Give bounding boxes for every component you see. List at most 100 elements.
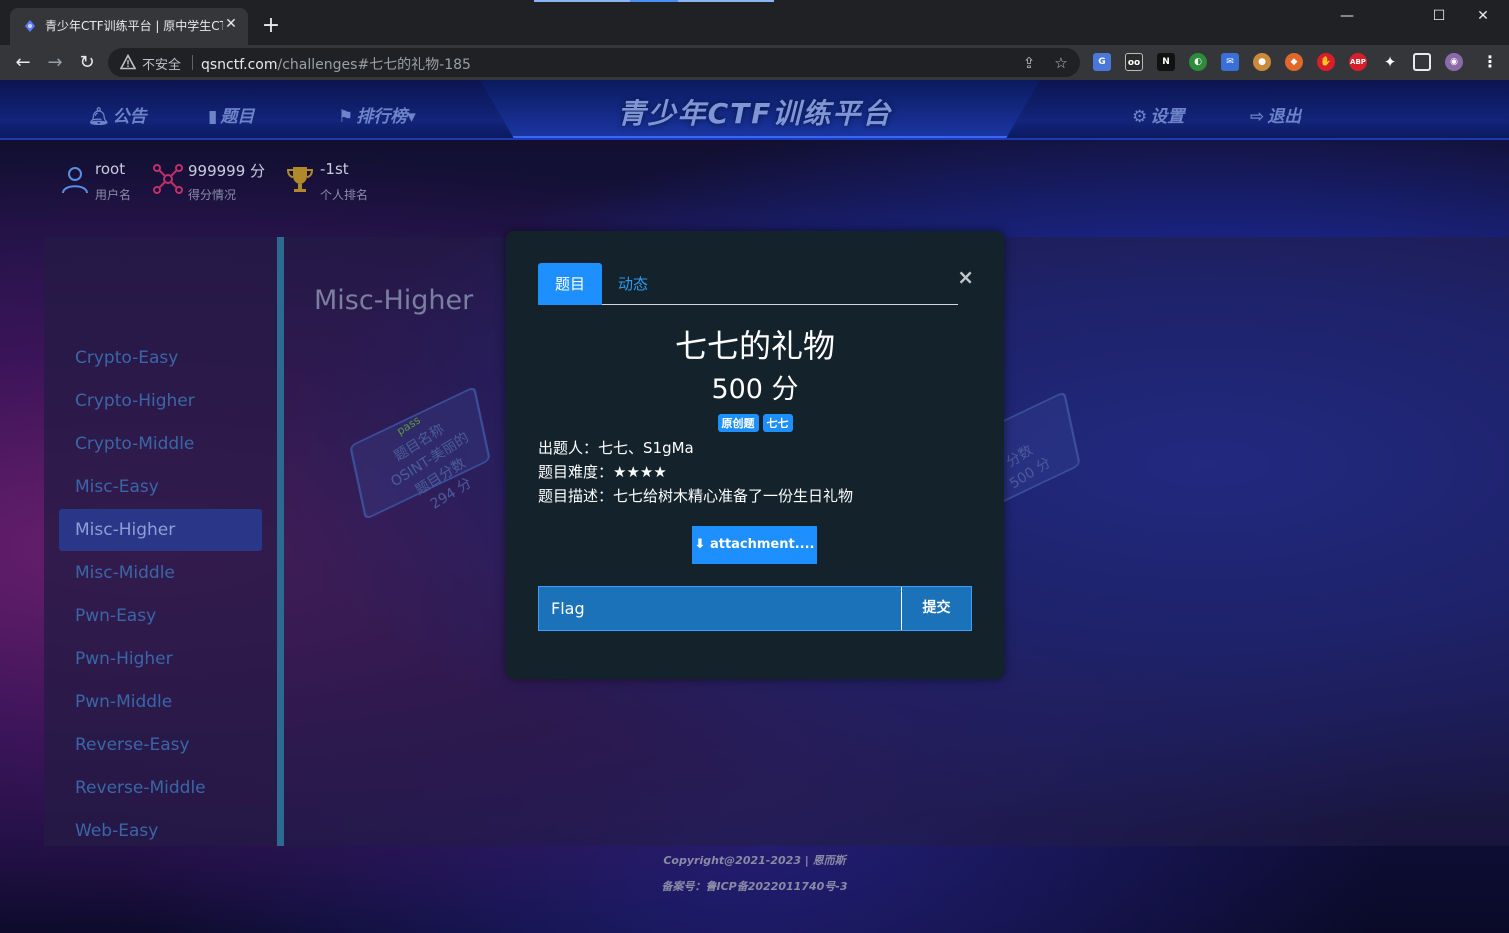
nav-settings[interactable]: ⚙ 设置 <box>1132 102 1184 127</box>
sidebar-item-crypto-middle[interactable]: Crypto-Middle <box>59 423 262 465</box>
username-label: 用户名 <box>95 188 132 202</box>
sidebar-item-web-easy[interactable]: Web-Easy <box>59 810 262 846</box>
tab-strip-indicator <box>630 0 678 2</box>
download-icon: ⬇ <box>694 537 706 552</box>
tab-title: 青少年CTF训练平台 | 原中学生CTF平台 <box>45 19 223 33</box>
omnibox-divider <box>192 55 193 70</box>
nav-challenges[interactable]: ▮ 题目 <box>208 102 254 127</box>
fox-extension-icon[interactable]: ◆ <box>1285 53 1303 71</box>
tab-close-icon[interactable]: ✕ <box>222 15 240 33</box>
sidebar-item-pwn-easy[interactable]: Pwn-Easy <box>59 595 262 637</box>
sidebar-item-misc-middle[interactable]: Misc-Middle <box>59 552 262 594</box>
category-title: Misc-Higher <box>314 285 474 316</box>
tab-strip-indicator <box>534 0 630 2</box>
sidebar-item-pwn-middle[interactable]: Pwn-Middle <box>59 681 262 723</box>
footer-copyright: Copyright@2021-2023 | 恩而斯 <box>663 854 846 867</box>
forward-arrow-icon[interactable]: → <box>41 49 69 77</box>
nav-logout-label: 退出 <box>1267 107 1302 127</box>
browser-tab-bar: 青少年CTF训练平台 | 原中学生CTF平台 ✕ + — ☐ ✕ <box>0 0 1509 45</box>
hand-extension-icon[interactable]: ✋ <box>1317 53 1335 71</box>
chevron-down-icon: ▾ <box>407 107 416 127</box>
challenge-description: 题目描述：七七给树木精心准备了一份生日礼物 <box>538 487 854 505</box>
challenge-modal: 题目 动态 × 七七的礼物 500 分 原创题 七七 出题人：七七、S1gMa … <box>506 231 1004 679</box>
browser-menu-icon[interactable]: ⋮ <box>1481 53 1499 71</box>
rank-value: -1st <box>320 160 349 178</box>
nav-settings-label: 设置 <box>1150 107 1185 127</box>
n-extension-icon[interactable]: N <box>1157 53 1175 71</box>
tag-badge: 七七 <box>762 414 793 432</box>
sidebar-item-crypto-higher[interactable]: Crypto-Higher <box>59 380 262 422</box>
mail-extension-icon[interactable]: ✉ <box>1221 53 1239 71</box>
address-bar[interactable]: 不安全 qsnctf.com/challenges#七七的礼物-185 ⇪ ☆ <box>108 48 1080 77</box>
site-title[interactable]: 青少年CTF训练平台 <box>600 92 910 132</box>
nav-ranking-label: 排行榜 <box>356 107 408 127</box>
window-maximize-button[interactable]: ☐ <box>1416 0 1462 32</box>
puzzle-extensions-icon[interactable]: ✦ <box>1381 53 1399 71</box>
translate-extension-icon[interactable]: G <box>1093 53 1111 71</box>
attachment-download-button[interactable]: ⬇ attachment.... <box>692 526 817 564</box>
nav-notice-label: 公告 <box>112 107 147 127</box>
sidebar-item-reverse-easy[interactable]: Reverse-Easy <box>59 724 262 766</box>
logout-icon: ⇨ <box>1250 107 1265 127</box>
challenge-tags: 原创题 七七 <box>506 414 1004 432</box>
reload-icon[interactable]: ↻ <box>73 49 101 77</box>
bookmark-star-icon[interactable]: ☆ <box>1052 54 1070 72</box>
bookmark-icon: ▮ <box>208 107 218 127</box>
site-header: 🔔︎ 公告 ▮ 题目 ⚑ 排行榜▾ 青少年CTF训练平台 ⚙ 设置 ⇨ 退出 <box>0 80 1509 140</box>
green-extension-icon[interactable]: ◐ <box>1189 53 1207 71</box>
url-text[interactable]: qsnctf.com/challenges#七七的礼物-185 <box>201 54 471 74</box>
sidebar-item-misc-easy[interactable]: Misc-Easy <box>59 466 262 508</box>
sidebar-item-pwn-higher[interactable]: Pwn-Higher <box>59 638 262 680</box>
flag-input[interactable] <box>539 587 901 630</box>
submit-button[interactable]: 提交 <box>901 587 971 630</box>
challenge-name: 七七的礼物 <box>674 327 835 365</box>
modal-tabs: 题目 动态 <box>538 263 958 305</box>
nav-logout[interactable]: ⇨ 退出 <box>1250 102 1301 127</box>
sidebar-scrollbar[interactable] <box>277 237 284 846</box>
nav-notice[interactable]: 🔔︎ 公告 <box>88 102 147 127</box>
challenge-author: 出题人：七七、S1gMa <box>538 439 694 457</box>
browser-toolbar: ← → ↻ 不安全 qsnctf.com/challenges#七七的礼物-18… <box>0 45 1509 80</box>
tab-strip-indicator <box>678 0 774 2</box>
score-label: 得分情况 <box>188 188 237 202</box>
insecure-label: 不安全 <box>142 58 182 73</box>
flag-icon: ⚑ <box>338 107 354 127</box>
cookie-extension-icon[interactable]: ● <box>1253 53 1271 71</box>
score-value: 999999 分 <box>188 162 266 180</box>
nav-ranking[interactable]: ⚑ 排行榜▾ <box>338 102 416 127</box>
trophy-icon <box>286 167 314 192</box>
rank-label: 个人排名 <box>320 188 369 202</box>
nav-challenges-label: 题目 <box>220 107 255 127</box>
sidebar-item-misc-higher[interactable]: Misc-Higher <box>59 509 262 551</box>
eyes-extension-icon[interactable]: oo <box>1125 53 1143 71</box>
close-icon[interactable]: × <box>957 265 974 289</box>
footer-icp[interactable]: 备案号：鲁ICP备2022011740号-3 <box>0 878 1509 894</box>
back-arrow-icon[interactable]: ← <box>9 49 37 77</box>
window-minimize-button[interactable]: — <box>1324 0 1370 32</box>
network-icon <box>153 164 183 194</box>
challenge-difficulty: 题目难度：★★★★ <box>538 463 667 481</box>
share-icon[interactable]: ⇪ <box>1020 54 1038 72</box>
attachment-label: attachment.... <box>709 537 815 552</box>
flag-form: 提交 <box>538 586 972 631</box>
url-host: qsnctf.com <box>201 57 278 73</box>
window-close-button[interactable]: ✕ <box>1460 0 1506 32</box>
new-tab-button[interactable]: + <box>258 13 284 39</box>
gear-icon: ⚙ <box>1132 107 1148 127</box>
sidebar-item-crypto-easy[interactable]: Crypto-Easy <box>59 337 262 379</box>
site-favicon-icon <box>25 20 35 32</box>
username-value: root <box>95 160 126 178</box>
tab-activity[interactable]: 动态 <box>618 263 648 305</box>
url-path: /challenges#七七的礼物-185 <box>277 57 471 73</box>
tag-badge: 原创题 <box>717 414 759 432</box>
warning-triangle-icon <box>120 54 136 70</box>
page-viewport: 🔔︎ 公告 ▮ 题目 ⚑ 排行榜▾ 青少年CTF训练平台 ⚙ 设置 ⇨ 退出 root 用… <box>0 80 1509 933</box>
profile-avatar-icon[interactable]: ◉ <box>1445 53 1463 71</box>
browser-tab[interactable]: 青少年CTF训练平台 | 原中学生CTF平台 ✕ <box>10 8 248 45</box>
sidebar-item-reverse-middle[interactable]: Reverse-Middle <box>59 767 262 809</box>
user-icon <box>62 167 88 194</box>
category-sidebar: Crypto-Easy Crypto-Higher Crypto-Middle … <box>44 237 277 846</box>
side-panel-icon[interactable] <box>1413 53 1431 71</box>
tab-challenge[interactable]: 题目 <box>538 263 602 305</box>
adblock-extension-icon[interactable]: ABP <box>1349 53 1367 71</box>
